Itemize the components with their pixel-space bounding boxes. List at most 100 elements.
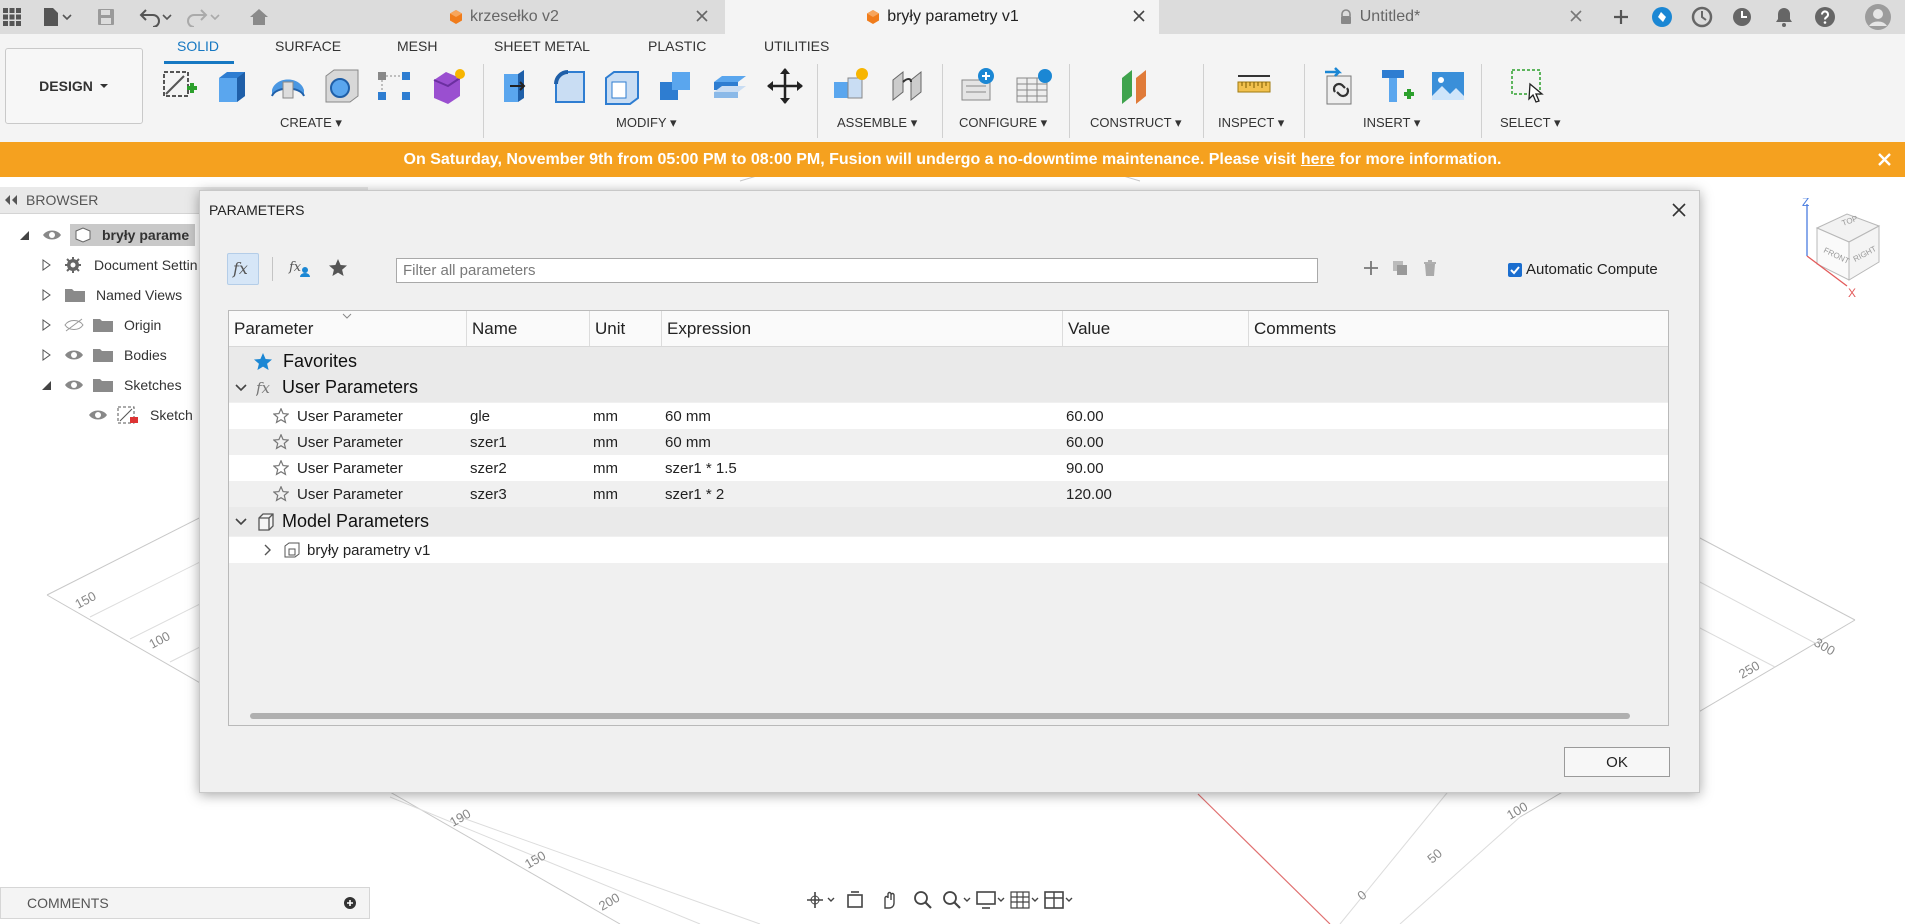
user-avatar-icon[interactable] — [1863, 2, 1893, 32]
measure-icon[interactable] — [1232, 64, 1276, 108]
param-expression[interactable]: szer1 * 2 — [665, 481, 724, 507]
table-row[interactable]: bryły parametry v1 — [229, 537, 1668, 563]
close-icon[interactable] — [1669, 200, 1689, 220]
visibility-eye-icon[interactable] — [64, 348, 84, 362]
close-icon[interactable] — [1876, 151, 1893, 168]
new-tab-icon[interactable] — [1609, 5, 1633, 29]
close-tab-icon[interactable] — [694, 8, 710, 24]
create-form-icon[interactable] — [426, 64, 470, 108]
notifications-icon[interactable] — [1772, 5, 1796, 29]
column-header-unit[interactable]: Unit — [590, 311, 662, 346]
collapse-arrow-icon[interactable] — [18, 229, 30, 241]
group-row-user-parameters[interactable]: fx User Parameters — [229, 373, 1668, 402]
grid-settings-icon[interactable] — [1009, 888, 1041, 912]
workspace-switcher[interactable]: DESIGN — [5, 48, 143, 124]
favorite-star-outline-icon[interactable] — [273, 403, 289, 429]
favorite-star-outline-icon[interactable] — [273, 429, 289, 455]
tab-utilities[interactable]: UTILITIES — [764, 38, 829, 54]
shell-icon[interactable] — [600, 64, 644, 108]
viewports-icon[interactable] — [1043, 888, 1075, 912]
column-header-name[interactable]: Name — [467, 311, 590, 346]
insert-canvas-icon[interactable] — [1426, 64, 1470, 108]
tab-untitled[interactable]: Untitled* — [1162, 0, 1596, 34]
checkbox-checked-icon[interactable] — [1508, 262, 1522, 277]
look-at-icon[interactable] — [839, 888, 871, 912]
visibility-eye-icon[interactable] — [64, 378, 84, 392]
param-name[interactable]: szer2 — [470, 455, 507, 481]
visibility-eye-icon[interactable] — [88, 408, 108, 422]
tree-item-bodies[interactable]: Bodies — [40, 342, 167, 368]
close-tab-icon[interactable] — [1131, 8, 1147, 24]
horizontal-scrollbar[interactable] — [250, 713, 1630, 719]
param-name[interactable]: szer3 — [470, 481, 507, 507]
table-row[interactable]: User Parameter gle mm 60 mm 60.00 — [229, 403, 1668, 429]
offset-plane-icon[interactable] — [1114, 64, 1158, 108]
param-expression[interactable]: 60 mm — [665, 403, 711, 429]
clock-icon[interactable] — [1730, 5, 1754, 29]
pan-hand-icon[interactable] — [873, 888, 905, 912]
change-parameters-icon[interactable] — [956, 64, 1000, 108]
hole-icon[interactable] — [320, 64, 364, 108]
table-row[interactable]: User Parameter szer2 mm szer1 * 1.5 90.0… — [229, 455, 1668, 481]
expand-arrow-icon[interactable] — [40, 289, 52, 301]
all-parameters-fx-icon[interactable]: fx — [227, 253, 259, 285]
orbit-icon[interactable] — [805, 888, 837, 912]
param-unit[interactable]: mm — [593, 403, 618, 429]
column-header-value[interactable]: Value — [1063, 311, 1249, 346]
group-inspect[interactable]: INSPECT ▾ — [1218, 115, 1284, 131]
extensions-icon[interactable] — [1650, 5, 1674, 29]
chevron-down-icon[interactable] — [235, 517, 247, 527]
close-tab-icon[interactable] — [1568, 8, 1584, 24]
offset-face-icon[interactable] — [708, 64, 752, 108]
filter-parameters-input[interactable] — [396, 258, 1318, 283]
fit-zoom-icon[interactable] — [941, 888, 973, 912]
param-unit[interactable]: mm — [593, 429, 618, 455]
tree-item-origin[interactable]: Origin — [40, 312, 161, 338]
zoom-icon[interactable] — [907, 888, 939, 912]
comments-panel[interactable]: COMMENTS — [0, 887, 370, 919]
param-name[interactable]: gle — [470, 403, 490, 429]
param-name[interactable]: szer1 — [470, 429, 507, 455]
visibility-eye-icon[interactable] — [42, 228, 62, 242]
tree-item-named-views[interactable]: Named Views — [40, 282, 182, 308]
revolve-icon[interactable] — [266, 64, 310, 108]
tab-surface[interactable]: SURFACE — [275, 38, 341, 54]
tree-item-sketch[interactable]: Sketch — [88, 402, 193, 428]
tree-item-document-settings[interactable]: Document Settin — [40, 252, 198, 278]
group-row-favorites[interactable]: Favorites — [229, 347, 1668, 376]
insert-mcmaster-icon[interactable] — [1374, 64, 1418, 108]
configure-table-icon[interactable] — [1011, 64, 1055, 108]
add-comment-icon[interactable] — [343, 896, 357, 910]
insert-derive-icon[interactable] — [1319, 64, 1363, 108]
tree-item-sketches[interactable]: Sketches — [40, 372, 182, 398]
joint-icon[interactable] — [885, 64, 929, 108]
add-parameter-icon[interactable] — [1356, 253, 1386, 283]
hidden-eye-icon[interactable] — [64, 318, 84, 332]
chevron-down-icon[interactable] — [235, 383, 247, 393]
app-grid-icon[interactable] — [0, 5, 24, 29]
ok-button[interactable]: OK — [1564, 747, 1670, 777]
tab-mesh[interactable]: MESH — [397, 38, 437, 54]
tab-solid[interactable]: SOLID — [177, 38, 219, 54]
delete-trash-icon[interactable] — [1415, 253, 1445, 283]
tab-bryly-parametry[interactable]: bryły parametry v1 — [725, 0, 1159, 34]
param-unit[interactable]: mm — [593, 481, 618, 507]
group-create[interactable]: CREATE ▾ — [280, 115, 342, 131]
move-icon[interactable] — [763, 64, 807, 108]
param-unit[interactable]: mm — [593, 455, 618, 481]
help-icon[interactable] — [1813, 5, 1837, 29]
table-row[interactable]: User Parameter szer1 mm 60 mm 60.00 — [229, 429, 1668, 455]
add-user-parameter-icon[interactable]: fx — [285, 253, 315, 283]
pattern-icon[interactable] — [372, 64, 416, 108]
favorites-star-icon[interactable] — [323, 253, 353, 283]
combine-icon[interactable] — [654, 64, 698, 108]
column-header-expression[interactable]: Expression — [662, 311, 1063, 346]
expand-arrow-icon[interactable] — [40, 349, 52, 361]
param-expression[interactable]: 60 mm — [665, 429, 711, 455]
create-sketch-icon[interactable] — [158, 64, 202, 108]
group-insert[interactable]: INSERT ▾ — [1363, 115, 1420, 131]
tab-plastic[interactable]: PLASTIC — [648, 38, 706, 54]
tab-krzeselko[interactable]: krzesełko v2 — [285, 0, 722, 34]
collapse-arrow-icon[interactable] — [40, 379, 52, 391]
file-menu-icon[interactable] — [38, 5, 76, 29]
